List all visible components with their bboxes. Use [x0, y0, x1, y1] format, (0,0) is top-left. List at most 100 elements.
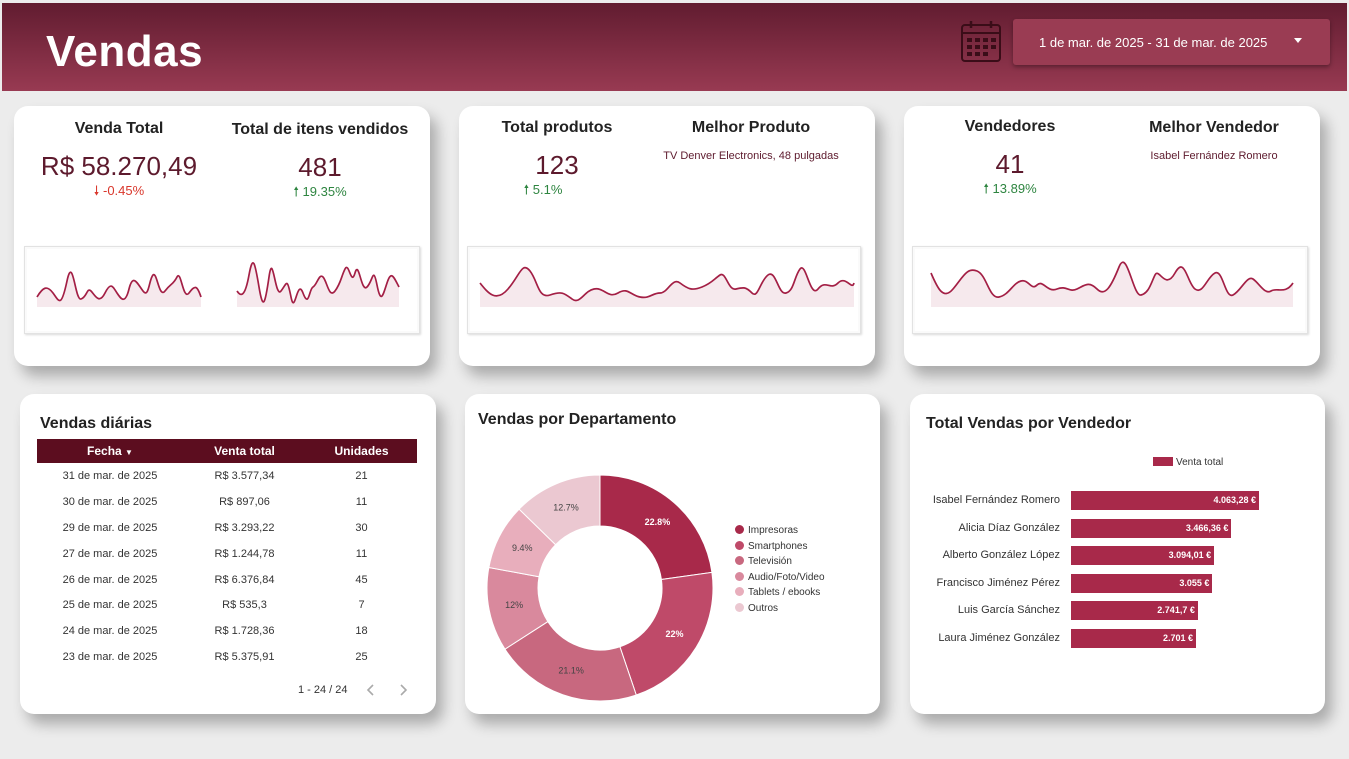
table-row: 31 de mar. de 2025 R$ 3.577,34 21: [37, 463, 417, 489]
kpi-value-vendedores: 41: [995, 149, 1025, 179]
slice-label: 12.7%: [553, 502, 579, 512]
bar[interactable]: 2.701 €: [1071, 629, 1196, 648]
kpi-card-products: Total produtos 123 🠕 5.1% Melhor Produto…: [459, 106, 875, 366]
legend-dot-icon: [735, 540, 744, 550]
sparkline-box: [24, 246, 420, 334]
table-row: 30 de mar. de 2025 R$ 897,06 11: [37, 489, 417, 515]
cell-unidades: 21: [355, 469, 368, 482]
kpi-delta-vendedores: 🠕 13.89%: [904, 180, 1116, 202]
bar-category-label: Alberto González López: [942, 549, 1060, 562]
cell-unidades: 11: [355, 495, 368, 508]
sparkline-box: [912, 246, 1308, 334]
arrow-down-icon: 🠗: [93, 183, 103, 198]
best-seller-name: Isabel Fernández Romero: [1150, 150, 1278, 162]
bar[interactable]: 3.466,36 €: [1071, 518, 1232, 538]
cell-venta-total: R$ 1.244,78: [214, 547, 275, 560]
kpi-card-sellers: Vendedores 41 🠕 13.89% Melhor Vendedor I…: [904, 106, 1320, 366]
sellers-card: Total Vendas por Vendedor Venta total Is…: [910, 394, 1325, 714]
bar-category-label: Laura Jiménez González: [938, 632, 1060, 644]
bar-category-label: Alicia Díaz González: [958, 521, 1061, 534]
bar[interactable]: 3.094,01 €: [1071, 546, 1215, 566]
date-range-picker[interactable]: 1 de mar. de 2025 - 31 de mar. de 2025: [1013, 19, 1330, 65]
column-label: Fecha: [87, 444, 122, 458]
table-header-row: Fecha ▼ Venta total Unidades: [37, 439, 417, 463]
cell-venta-total: R$ 6.376,84: [214, 573, 275, 586]
legend-label: Tablets / ebooks: [748, 587, 821, 599]
slice-label: 12%: [505, 600, 523, 610]
slice-label: 9.4%: [512, 543, 533, 553]
cell-fecha: 27 de mar. de 2025: [62, 547, 158, 560]
sellers-legend: Venta total: [1153, 457, 1223, 468]
kpi-delta-text: -0.45%: [103, 183, 145, 198]
slice-label: 22%: [665, 629, 683, 639]
cell-unidades: 18: [355, 625, 368, 638]
kpi-card-sales: Venda Total R$ 58.270,49 🠗 -0.45% Total …: [14, 106, 430, 366]
kpi-delta-itens-vendidos: 🠕 19.35%: [228, 183, 412, 205]
bar-value-label: 2.741,7 €: [1157, 605, 1195, 616]
cell-unidades: 45: [355, 573, 368, 586]
table-scroll-fade: [37, 662, 417, 684]
cell-unidades: 30: [355, 521, 368, 534]
sparkline-chart: [479, 266, 855, 307]
bar-category-label: Luis García Sánchez: [957, 604, 1060, 617]
column-header-venta-total[interactable]: Venta total: [183, 439, 306, 463]
arrow-up-icon: 🠕: [293, 184, 303, 199]
table-row: 24 de mar. de 2025 R$ 1.728,36 18: [37, 618, 417, 644]
kpi-label-itens-vendidos: Total de itens vendidos: [231, 121, 409, 138]
kpi-label-venda-total: Venda Total: [74, 120, 164, 137]
bar-value-label: 3.466,36 €: [1185, 522, 1229, 533]
legend-dot-icon: [735, 525, 744, 534]
kpi-value-itens-vendidos: 481: [298, 152, 342, 182]
cell-fecha: 30 de mar. de 2025: [62, 495, 158, 508]
legend-dot-icon: [735, 587, 744, 597]
legend-item: Impresoras: [735, 525, 798, 536]
donut-slice[interactable]: [599, 474, 713, 581]
chevron-right-icon[interactable]: [396, 682, 410, 698]
legend-item: Audio/Foto/Video: [735, 571, 825, 583]
date-range-text: 1 de mar. de 2025 - 31 de mar. de 2025: [1039, 35, 1268, 50]
cell-unidades: 7: [358, 599, 365, 612]
bar-category-label: Francisco Jiménez Pérez: [936, 576, 1061, 589]
table-row: 26 de mar. de 2025 R$ 6.376,84 45: [37, 567, 417, 593]
table-row: 27 de mar. de 2025 R$ 1.244,78 11: [37, 541, 417, 567]
bar-value-label: 3.094,01 €: [1168, 550, 1212, 561]
cell-fecha: 29 de mar. de 2025: [62, 521, 158, 534]
column-header-fecha[interactable]: Fecha ▼: [37, 439, 183, 463]
kpi-delta-text: 5.1%: [532, 182, 563, 197]
kpi-delta-total-produtos: 🠕 5.1%: [459, 181, 627, 203]
bar-value-label: 3.055 €: [1179, 577, 1210, 588]
cell-fecha: 24 de mar. de 2025: [62, 625, 158, 638]
cell-venta-total: R$ 897,06: [219, 495, 270, 508]
legend-label: Impresoras: [748, 525, 799, 536]
legend-dot-icon: [735, 603, 744, 612]
table-row: 29 de mar. de 2025 R$ 3.293,22 30: [37, 515, 417, 541]
daily-sales-title: Vendas diárias: [40, 415, 153, 432]
legend-swatch: [1153, 457, 1173, 466]
kpi-label-total-produtos: Total produtos: [501, 119, 613, 136]
legend-dot-icon: [735, 571, 744, 581]
slice-label: 22.8%: [645, 517, 671, 527]
bar[interactable]: 4.063,28 €: [1071, 491, 1259, 510]
legend-item: Outros: [735, 603, 778, 614]
calendar-icon[interactable]: [959, 19, 1003, 65]
cell-venta-total: R$ 3.577,34: [214, 469, 275, 482]
cell-fecha: 31 de mar. de 2025: [62, 469, 158, 482]
kpi-label-melhor-vendedor: Melhor Vendedor: [1149, 119, 1279, 136]
header-bar: Vendas 1 de mar. de 2025 - 31 de mar. de…: [2, 3, 1347, 91]
kpi-label-vendedores: Vendedores: [964, 118, 1056, 135]
kpi-value-venda-total: R$ 58.270,49: [40, 151, 198, 181]
legend-label: Smartphones: [748, 540, 808, 552]
bar[interactable]: 3.055 €: [1071, 573, 1213, 593]
legend-item: Tablets / ebooks: [735, 587, 820, 598]
bar-value-label: 2.701 €: [1162, 633, 1193, 643]
column-header-unidades[interactable]: Unidades: [306, 439, 417, 463]
kpi-delta-text: 19.35%: [302, 184, 347, 199]
table-row: 25 de mar. de 2025 R$ 535,3 7: [37, 592, 417, 618]
kpi-delta-venda-total: 🠗 -0.45%: [14, 182, 224, 204]
sort-desc-icon: ▼: [125, 448, 133, 457]
chevron-left-icon[interactable]: [364, 682, 378, 698]
slice-label: 21.1%: [558, 666, 584, 676]
bar-value-label: 4.063,28 €: [1213, 495, 1256, 505]
bar[interactable]: 2.741,7 €: [1071, 601, 1198, 621]
legend-label: Audio/Foto/Video: [748, 571, 825, 583]
